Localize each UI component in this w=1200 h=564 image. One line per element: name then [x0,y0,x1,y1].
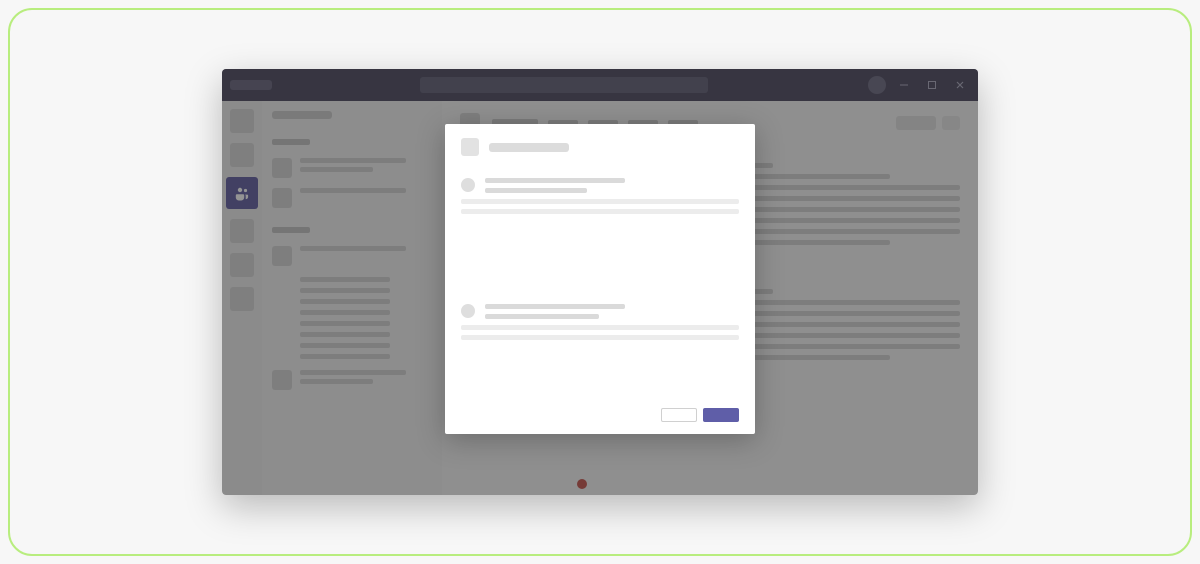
app-window: App [222,69,978,495]
option-heading [485,304,625,309]
option-heading [485,178,625,183]
modal-header [461,138,739,156]
modal-app-icon [461,138,479,156]
option-description [461,325,739,330]
modal-title [489,143,569,152]
modal-footer [461,408,739,422]
option-icon [461,178,475,192]
option-description [461,199,739,204]
option-icon [461,304,475,318]
modal-dialog [445,124,755,434]
illustration-frame: App [8,8,1192,556]
modal-option[interactable] [461,304,739,319]
modal-cancel-button[interactable] [661,408,697,422]
modal-option[interactable] [461,178,739,193]
modal-confirm-button[interactable] [703,408,739,422]
